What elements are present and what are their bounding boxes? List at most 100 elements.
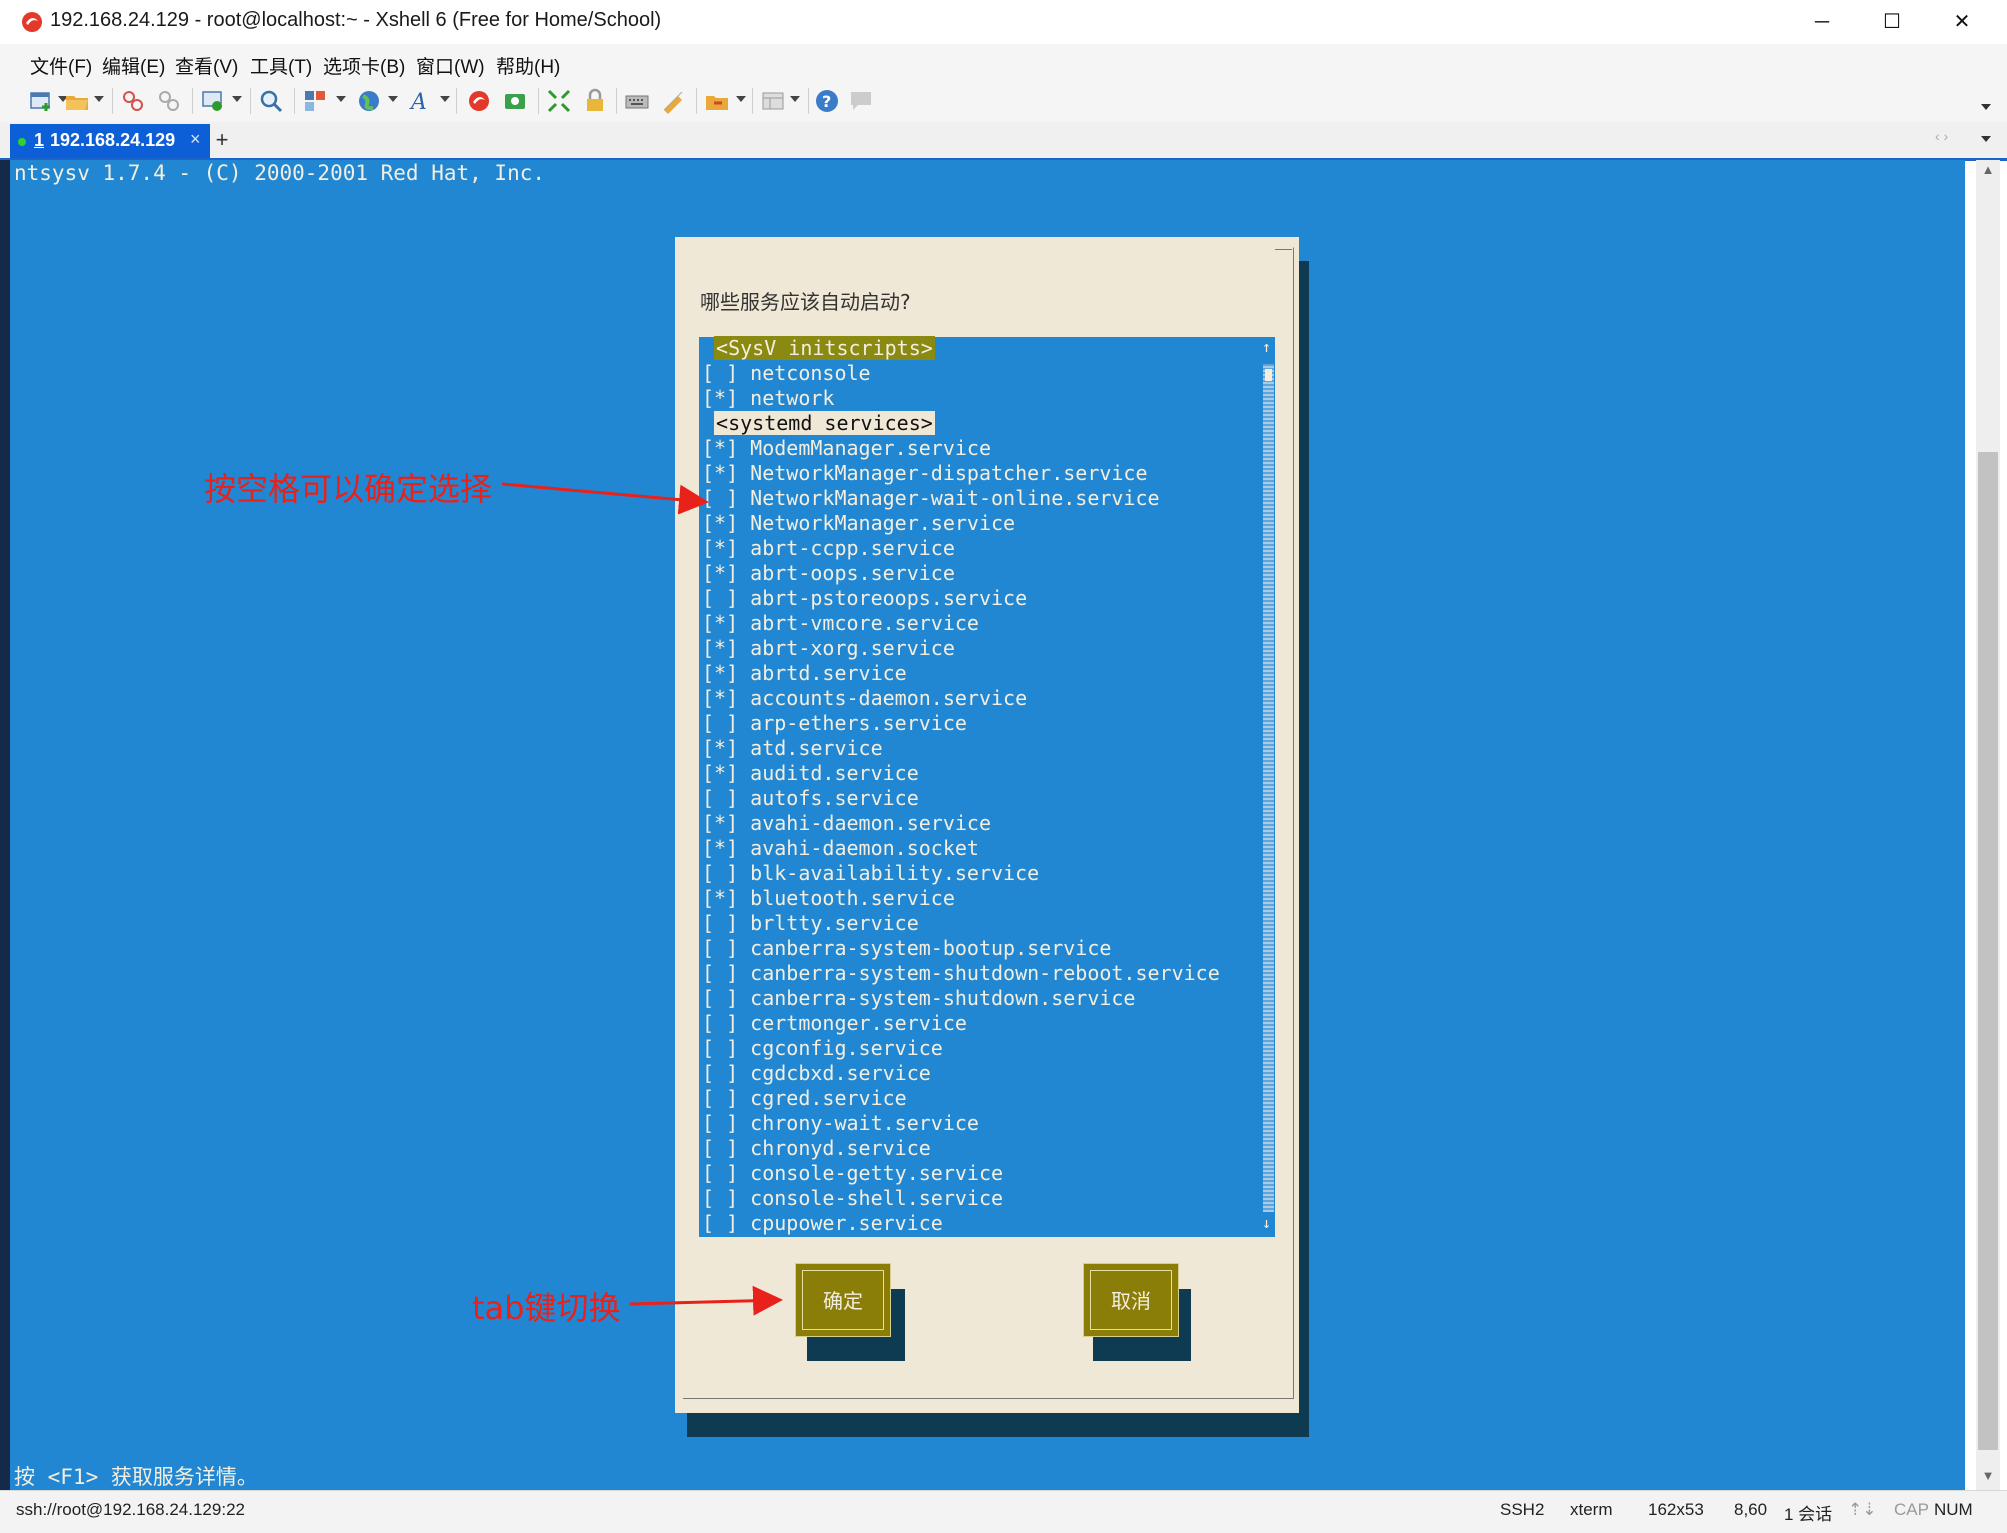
connect-icon[interactable] xyxy=(120,88,146,114)
toolbar-separator xyxy=(294,88,295,114)
service-item[interactable]: [ ] chronyd.service xyxy=(702,1136,931,1161)
open-dropdown-icon[interactable] xyxy=(94,96,104,102)
service-item[interactable]: [*] abrt-vmcore.service xyxy=(702,611,979,636)
service-item[interactable]: [ ] cpupower.service xyxy=(702,1211,943,1236)
layout-icon[interactable] xyxy=(302,88,328,114)
new-session-icon[interactable] xyxy=(28,88,54,114)
minimize-button[interactable]: ─ xyxy=(1787,0,1857,44)
transfer-icon[interactable] xyxy=(704,88,730,114)
service-item[interactable]: [ ] canberra-system-shutdown.service xyxy=(702,986,1135,1011)
tab-close-icon[interactable]: × xyxy=(190,129,201,150)
tab-scroll-arrows[interactable]: ‹ › xyxy=(1935,128,1948,144)
highlight-icon[interactable] xyxy=(660,88,686,114)
connected-status-icon xyxy=(18,138,26,146)
left-window-edge xyxy=(0,160,10,1490)
scroll-up-arrow-icon[interactable]: ▲ xyxy=(1980,162,1996,177)
help-icon[interactable]: ? xyxy=(814,88,840,114)
service-item[interactable]: [ ] autofs.service xyxy=(702,786,919,811)
tab-list-dropdown-icon[interactable] xyxy=(1981,136,1991,142)
status-protocol: SSH2 xyxy=(1500,1500,1545,1519)
menu-tabs[interactable]: 选项卡(B) xyxy=(323,52,405,79)
close-window-button[interactable]: ✕ xyxy=(1927,0,1997,44)
lock-icon[interactable] xyxy=(582,88,608,114)
xshell-logo-icon xyxy=(22,12,42,32)
globe-icon[interactable] xyxy=(356,88,382,114)
find-icon[interactable] xyxy=(258,88,284,114)
service-item[interactable]: [ ] arp-ethers.service xyxy=(702,711,967,736)
tab-session[interactable]: 1 192.168.24.129 × xyxy=(10,124,210,158)
status-terminal-type: xterm xyxy=(1570,1500,1613,1519)
menu-tools[interactable]: 工具(T) xyxy=(250,52,312,79)
service-item[interactable]: [ ] cgred.service xyxy=(702,1086,907,1111)
service-item[interactable]: [*] auditd.service xyxy=(702,761,919,786)
list-scrollbar-thumb[interactable] xyxy=(1265,369,1272,381)
service-item[interactable]: [ ] cgdcbxd.service xyxy=(702,1061,931,1086)
layout-dropdown-icon[interactable] xyxy=(336,96,346,102)
service-item[interactable]: [ ] canberra-system-shutdown-reboot.serv… xyxy=(702,961,1220,986)
menu-edit[interactable]: 编辑(E) xyxy=(102,52,165,79)
service-item[interactable]: [*] network xyxy=(702,386,834,411)
service-item[interactable]: [ ] canberra-system-bootup.service xyxy=(702,936,1111,961)
service-item[interactable]: [*] bluetooth.service xyxy=(702,886,955,911)
open-folder-icon[interactable] xyxy=(64,88,90,114)
service-item[interactable]: [*] atd.service xyxy=(702,736,883,761)
list-scroll-up-arrow[interactable]: ↑ xyxy=(1262,338,1271,356)
service-item[interactable]: [ ] abrt-pstoreoops.service xyxy=(702,586,1027,611)
list-scroll-down-arrow[interactable]: ↓ xyxy=(1262,1214,1271,1232)
menu-file[interactable]: 文件(F) xyxy=(30,52,92,79)
status-caps-lock: CAP xyxy=(1894,1500,1929,1519)
ok-button[interactable]: 确定 xyxy=(795,1263,891,1337)
terminal-scrollbar-thumb[interactable] xyxy=(1978,452,1998,1450)
scroll-down-arrow-icon[interactable]: ▼ xyxy=(1980,1468,1996,1483)
service-item[interactable]: [ ] chrony-wait.service xyxy=(702,1111,979,1136)
service-item[interactable]: [*] abrt-xorg.service xyxy=(702,636,955,661)
chat-icon[interactable] xyxy=(848,88,874,114)
font-dropdown-icon[interactable] xyxy=(440,96,450,102)
service-item[interactable]: [ ] NetworkManager-wait-online.service xyxy=(702,486,1160,511)
reconnect-dropdown-icon[interactable] xyxy=(232,96,242,102)
toolbar-separator xyxy=(250,88,251,114)
service-item[interactable]: [ ] blk-availability.service xyxy=(702,861,1039,886)
new-tab-button[interactable]: + xyxy=(212,126,232,154)
service-item[interactable]: [*] avahi-daemon.socket xyxy=(702,836,979,861)
toolbar-separator xyxy=(752,88,753,114)
service-item[interactable]: [ ] console-shell.service xyxy=(702,1186,1003,1211)
font-icon[interactable]: A xyxy=(408,88,434,114)
space-key-annotation: 按空格可以确定选择 xyxy=(204,470,493,508)
tile-dropdown-icon[interactable] xyxy=(790,96,800,102)
service-item[interactable]: [ ] brltty.service xyxy=(702,911,919,936)
dialog-prompt: 哪些服务应该自动启动? xyxy=(700,290,911,314)
service-item[interactable]: [*] abrt-ccpp.service xyxy=(702,536,955,561)
service-item[interactable]: [*] abrt-oops.service xyxy=(702,561,955,586)
maximize-button[interactable]: ☐ xyxy=(1857,0,1927,44)
service-group-header[interactable]: <SysV initscripts> xyxy=(702,336,935,361)
xshell-icon[interactable] xyxy=(466,88,492,114)
keyboard-icon[interactable] xyxy=(624,88,650,114)
service-item[interactable]: [*] NetworkManager-dispatcher.service xyxy=(702,461,1148,486)
service-item[interactable]: [ ] netconsole xyxy=(702,361,871,386)
service-item[interactable]: [ ] cgconfig.service xyxy=(702,1036,943,1061)
service-item[interactable]: [ ] console-getty.service xyxy=(702,1161,1003,1186)
reconnect-icon[interactable] xyxy=(200,88,226,114)
menu-view[interactable]: 查看(V) xyxy=(175,52,238,79)
service-item[interactable]: [ ] certmonger.service xyxy=(702,1011,967,1036)
cancel-button[interactable]: 取消 xyxy=(1083,1263,1179,1337)
service-group-header[interactable]: <systemd services> xyxy=(702,411,935,436)
service-item[interactable]: [*] accounts-daemon.service xyxy=(702,686,1027,711)
service-item[interactable]: [*] abrtd.service xyxy=(702,661,907,686)
toolbar-overflow-icon[interactable] xyxy=(1981,104,1991,110)
tile-icon[interactable] xyxy=(760,88,786,114)
service-item[interactable]: [*] avahi-daemon.service xyxy=(702,811,991,836)
service-item[interactable]: [*] NetworkManager.service xyxy=(702,511,1015,536)
menu-help[interactable]: 帮助(H) xyxy=(496,52,560,79)
menu-window[interactable]: 窗口(W) xyxy=(416,52,485,79)
fullscreen-icon[interactable] xyxy=(546,88,572,114)
disconnect-icon[interactable] xyxy=(156,88,182,114)
globe-dropdown-icon[interactable] xyxy=(388,96,398,102)
transfer-dropdown-icon[interactable] xyxy=(736,96,746,102)
status-bar xyxy=(0,1490,2007,1533)
list-scrollbar[interactable] xyxy=(1263,364,1274,1212)
f1-help-text: 按 <F1> 获取服务详情。 xyxy=(14,1465,258,1489)
service-item[interactable]: [*] ModemManager.service xyxy=(702,436,991,461)
xftp-icon[interactable] xyxy=(502,88,528,114)
